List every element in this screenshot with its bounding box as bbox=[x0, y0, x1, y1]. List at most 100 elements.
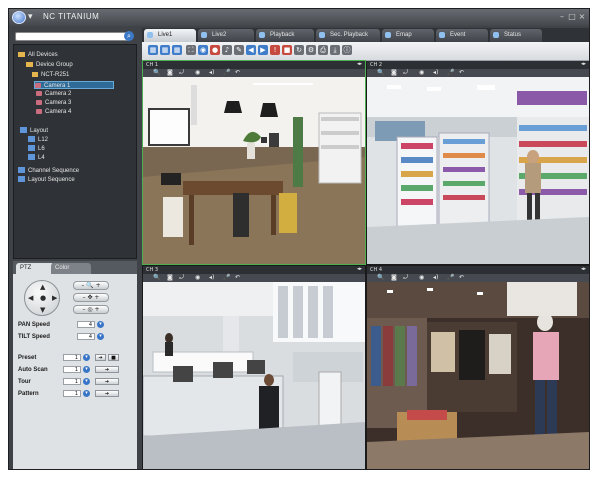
tab-ptz[interactable]: PTZ bbox=[16, 263, 54, 274]
tree-item-camera-4[interactable]: Camera 4 bbox=[36, 108, 71, 116]
tab-color[interactable]: Color bbox=[51, 263, 91, 274]
pattern-spinner-icon[interactable]: ▾ bbox=[83, 390, 90, 397]
rotate-icon[interactable]: ⤾ bbox=[179, 69, 184, 77]
tour-input[interactable]: 1 bbox=[63, 378, 81, 385]
mic-icon[interactable]: ✎ bbox=[234, 45, 244, 55]
next-icon[interactable]: ▶ bbox=[258, 45, 268, 55]
replay-icon[interactable]: ↶ bbox=[459, 274, 464, 282]
audio-icon[interactable]: ◂) bbox=[433, 274, 438, 282]
tree-item-layout[interactable]: Layout bbox=[20, 127, 48, 135]
tour-go-button[interactable]: ➔ bbox=[95, 378, 119, 385]
fullscreen-icon[interactable]: ⛶ bbox=[186, 45, 196, 55]
tab-live1[interactable]: Live1 bbox=[144, 29, 196, 42]
zoom-icon[interactable]: 🔍 bbox=[153, 274, 160, 282]
snapshot-icon[interactable]: ◉ bbox=[198, 45, 208, 55]
camera-pane-4[interactable]: CH 4 ◂▸ 🔍 ◙ ⤾ ◉ ◂) 🎤 ↶ bbox=[367, 266, 589, 469]
rotate-icon[interactable]: ⤾ bbox=[179, 274, 184, 282]
tilt-speed-spinner-icon[interactable]: ▾ bbox=[97, 333, 104, 340]
pane-close-icon[interactable]: ◂▸ bbox=[581, 61, 586, 67]
tree-item-channel-sequence[interactable]: Channel Sequence bbox=[18, 167, 79, 175]
tree-item-l6[interactable]: L6 bbox=[28, 145, 45, 153]
tree-item-camera-2[interactable]: Camera 2 bbox=[36, 90, 71, 98]
replay-icon[interactable]: ↶ bbox=[235, 274, 240, 282]
tree-item-l12[interactable]: L12 bbox=[28, 136, 48, 144]
audio-icon[interactable]: ◂) bbox=[209, 274, 214, 282]
record-icon[interactable]: ◉ bbox=[195, 274, 200, 282]
snapshot-icon[interactable]: ◙ bbox=[391, 274, 397, 282]
search-icon[interactable]: ⌕ bbox=[124, 31, 134, 41]
layout-1-icon[interactable]: ▦ bbox=[148, 45, 158, 55]
ptz-direction-pad[interactable]: ▲ ▼ ◀ ▶ ● bbox=[24, 280, 60, 316]
audio-icon[interactable]: ◂) bbox=[209, 69, 214, 77]
tab-playback[interactable]: Playback bbox=[256, 29, 314, 42]
pan-speed-input[interactable]: 4 bbox=[77, 321, 95, 328]
snapshot-icon[interactable]: ◙ bbox=[167, 274, 173, 282]
iris-control[interactable]: – ◎ + bbox=[73, 305, 109, 314]
tab-status[interactable]: Status bbox=[490, 29, 542, 42]
pattern-go-button[interactable]: ➔ bbox=[95, 390, 119, 397]
camera-pane-1[interactable]: CH 1 ◂▸ 🔍 ◙ ⤾ ◉ ◂) 🎤 ↶ bbox=[142, 60, 366, 265]
pan-down-icon[interactable]: ▼ bbox=[40, 306, 45, 314]
app-logo-icon[interactable] bbox=[12, 11, 26, 24]
minimize-button[interactable]: – bbox=[557, 12, 567, 22]
record-icon[interactable]: ● bbox=[210, 45, 220, 55]
tree-item-nct-r251[interactable]: NCT-R251 bbox=[32, 71, 69, 79]
mic-icon[interactable]: 🎤 bbox=[447, 274, 454, 282]
maximize-button[interactable]: □ bbox=[567, 12, 577, 22]
tab-live2[interactable]: Live2 bbox=[198, 29, 254, 42]
tree-item-device-group[interactable]: Device Group bbox=[26, 61, 73, 69]
snapshot-icon[interactable]: ◙ bbox=[167, 69, 173, 77]
tilt-speed-input[interactable]: 4 bbox=[77, 333, 95, 340]
auto-scan-go-button[interactable]: ➔ bbox=[95, 366, 119, 373]
prev-icon[interactable]: ◀ bbox=[246, 45, 256, 55]
camera-pane-3[interactable]: CH 3 ◂▸ 🔍 ◙ ⤾ ◉ ◂) 🎤 ↶ bbox=[143, 266, 365, 469]
focus-control[interactable]: – ✥ + bbox=[73, 293, 109, 302]
tree-item-l4[interactable]: L4 bbox=[28, 154, 45, 162]
alarm-icon[interactable]: ! bbox=[270, 45, 280, 55]
preset-save-button[interactable]: ■ bbox=[108, 354, 119, 361]
print-icon[interactable]: ⎙ bbox=[318, 45, 328, 55]
replay-icon[interactable]: ↶ bbox=[235, 69, 240, 77]
tree-item-camera-1[interactable]: Camera 1 bbox=[34, 81, 114, 89]
rotate-icon[interactable]: ⤾ bbox=[403, 274, 408, 282]
record-icon[interactable]: ◉ bbox=[419, 69, 424, 77]
preset-spinner-icon[interactable]: ▾ bbox=[83, 354, 90, 361]
export-icon[interactable]: ⤓ bbox=[330, 45, 340, 55]
pane-close-icon[interactable]: ◂▸ bbox=[357, 266, 362, 272]
info-icon[interactable]: ⓘ bbox=[342, 45, 352, 55]
refresh-icon[interactable]: ↻ bbox=[294, 45, 304, 55]
zoom-control[interactable]: – 🔍 + bbox=[73, 281, 109, 290]
app-menu-arrow-icon[interactable]: ▾ bbox=[28, 12, 33, 22]
preset-go-button[interactable]: ➔ bbox=[95, 354, 106, 361]
pane-close-icon[interactable]: ◂▸ bbox=[357, 61, 362, 67]
pan-left-icon[interactable]: ◀ bbox=[28, 294, 33, 302]
mic-icon[interactable]: 🎤 bbox=[223, 274, 230, 282]
preset-input[interactable]: 1 bbox=[63, 354, 81, 361]
pan-center-icon[interactable]: ● bbox=[40, 294, 46, 302]
auto-scan-spinner-icon[interactable]: ▾ bbox=[83, 366, 90, 373]
tree-item-all-devices[interactable]: All Devices bbox=[18, 51, 58, 59]
tree-item-camera-3[interactable]: Camera 3 bbox=[36, 99, 71, 107]
search-input[interactable] bbox=[15, 32, 129, 41]
snapshot-icon[interactable]: ◙ bbox=[391, 69, 397, 77]
tab-event[interactable]: Event bbox=[436, 29, 488, 42]
tab-sec-playback[interactable]: Sec. Playback bbox=[316, 29, 380, 42]
pan-up-icon[interactable]: ▲ bbox=[40, 283, 45, 291]
rotate-icon[interactable]: ⤾ bbox=[403, 69, 408, 77]
pan-speed-spinner-icon[interactable]: ▾ bbox=[97, 321, 104, 328]
settings-icon[interactable]: ⚙ bbox=[306, 45, 316, 55]
stop-icon[interactable]: ■ bbox=[282, 45, 292, 55]
close-button[interactable]: × bbox=[577, 12, 587, 22]
layout-4-icon[interactable]: ▦ bbox=[160, 45, 170, 55]
pan-right-icon[interactable]: ▶ bbox=[52, 294, 57, 302]
pane-close-icon[interactable]: ◂▸ bbox=[581, 266, 586, 272]
layout-9-icon[interactable]: ▦ bbox=[172, 45, 182, 55]
tree-item-layout-sequence[interactable]: Layout Sequence bbox=[18, 176, 75, 184]
auto-scan-input[interactable]: 1 bbox=[63, 366, 81, 373]
camera-pane-2[interactable]: CH 2 ◂▸ 🔍 ◙ ⤾ ◉ ◂) 🎤 ↶ bbox=[367, 61, 589, 264]
tab-emap[interactable]: Emap bbox=[382, 29, 434, 42]
mic-icon[interactable]: 🎤 bbox=[223, 69, 230, 77]
pattern-input[interactable]: 1 bbox=[63, 390, 81, 397]
replay-icon[interactable]: ↶ bbox=[459, 69, 464, 77]
mic-icon[interactable]: 🎤 bbox=[447, 69, 454, 77]
